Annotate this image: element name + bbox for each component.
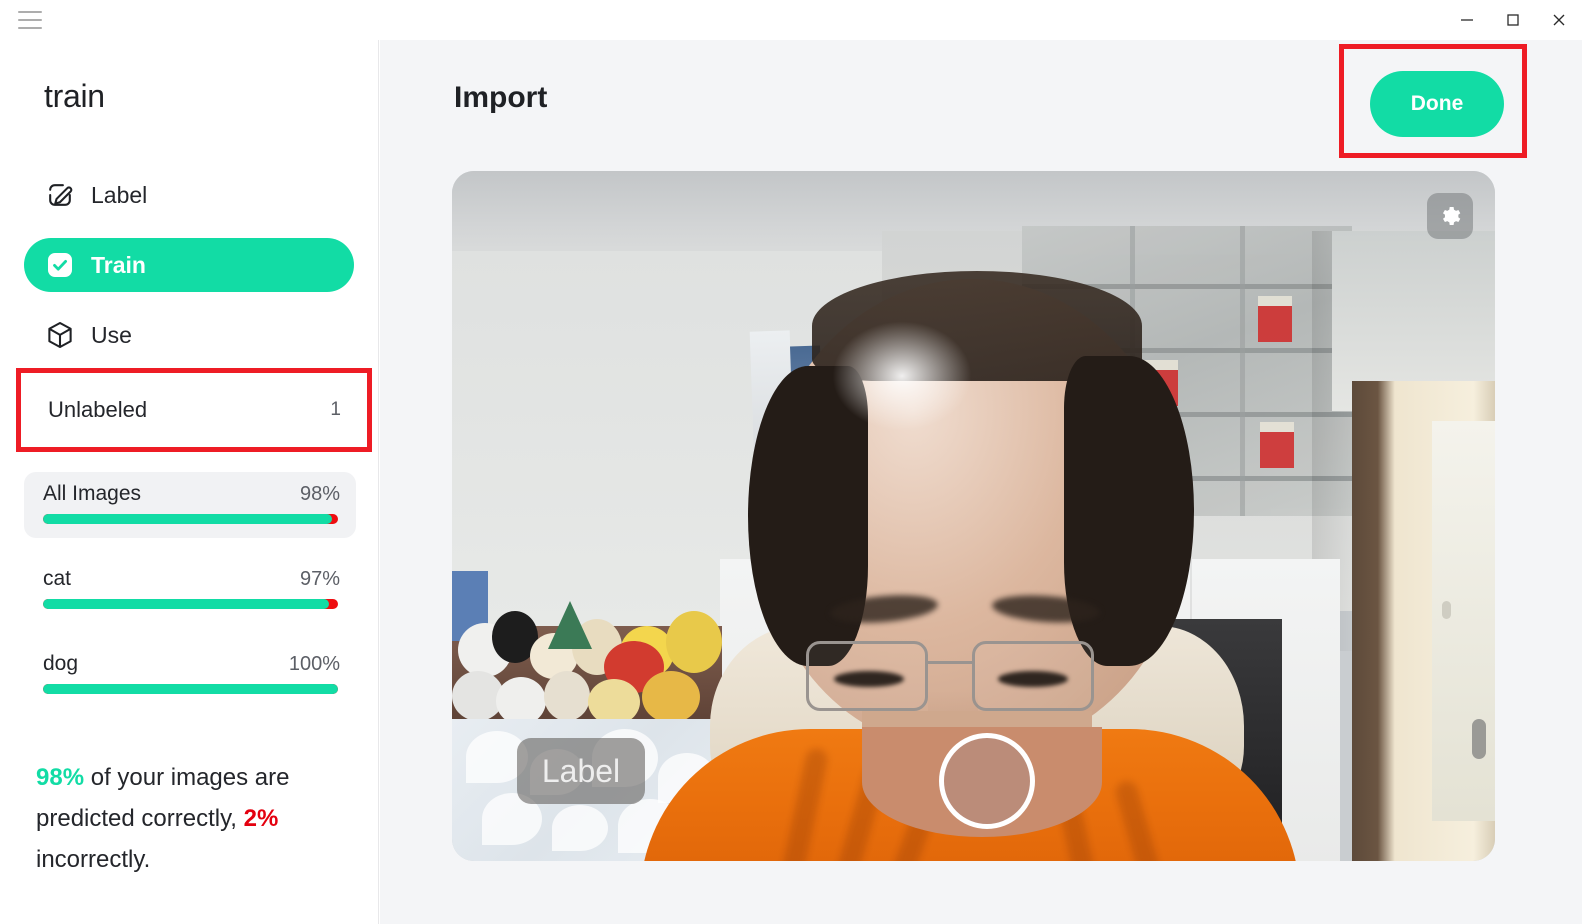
hamburger-menu-icon[interactable]	[18, 11, 42, 29]
maximize-icon	[1507, 14, 1519, 26]
accuracy-bar-fill	[43, 599, 330, 609]
application-window: train Label Train Use Unlabeled 1 All Im…	[0, 0, 1582, 924]
project-title: train	[44, 78, 105, 114]
done-button[interactable]: Done	[1370, 71, 1504, 137]
window-controls	[1444, 0, 1582, 40]
accuracy-bar-fill	[43, 684, 338, 694]
class-name: dog	[43, 652, 79, 675]
capture-button[interactable]	[939, 733, 1035, 829]
class-row-dog[interactable]: dog 100%	[24, 642, 356, 708]
gear-icon	[1443, 207, 1461, 225]
sidebar-item-label-text: Label	[91, 181, 148, 208]
class-name: All Images	[43, 482, 142, 505]
sidebar-item-label[interactable]: Label	[24, 168, 354, 222]
check-square-icon	[45, 250, 75, 280]
maximize-button[interactable]	[1490, 0, 1536, 40]
accuracy-bar-track	[43, 514, 338, 524]
close-icon	[1553, 14, 1565, 26]
unlabeled-label: Unlabeled	[48, 397, 148, 422]
hamburger-line	[18, 19, 42, 21]
class-row-all-images[interactable]: All Images 98%	[24, 472, 356, 538]
summary-correct-percent: 98%	[36, 764, 85, 791]
hamburger-line	[18, 27, 42, 29]
summary-incorrect-percent: 2%	[243, 805, 279, 832]
minimize-icon	[1461, 19, 1473, 21]
summary-incorrect-text: incorrectly.	[36, 846, 151, 873]
unlabeled-highlight-box: Unlabeled 1	[16, 368, 372, 452]
accuracy-summary: 98% of your images are predicted correct…	[36, 757, 366, 880]
page-title: Import	[454, 81, 548, 114]
accuracy-bar-track	[43, 599, 338, 609]
sidebar: train Label Train Use Unlabeled 1 All Im…	[0, 0, 379, 924]
cube-icon	[45, 320, 75, 350]
class-head: All Images 98%	[43, 482, 340, 506]
class-percent: 100%	[288, 653, 340, 675]
unlabeled-row[interactable]: Unlabeled 1	[21, 373, 367, 447]
label-overlay-button[interactable]: Label	[517, 738, 645, 804]
class-percent: 98%	[299, 483, 340, 505]
sidebar-item-use[interactable]: Use	[24, 308, 354, 362]
class-name: cat	[43, 567, 72, 590]
class-accuracy-list: All Images 98% cat 97% dog 100%	[24, 472, 356, 727]
class-row-cat[interactable]: cat 97%	[24, 557, 356, 623]
class-head: cat 97%	[43, 567, 340, 591]
title-bar	[0, 0, 1582, 40]
close-button[interactable]	[1536, 0, 1582, 40]
minimize-button[interactable]	[1444, 0, 1490, 40]
accuracy-bar-fill	[43, 514, 333, 524]
sidebar-nav: Label Train Use	[24, 168, 354, 378]
webcam-preview[interactable]: Label	[452, 171, 1495, 861]
accuracy-bar-track	[43, 684, 338, 694]
done-highlight-box: Done	[1339, 44, 1527, 158]
sidebar-item-train[interactable]: Train	[24, 238, 354, 292]
class-head: dog 100%	[43, 652, 340, 676]
main-panel: Import Done Label	[380, 0, 1582, 924]
sidebar-item-use-text: Use	[91, 321, 132, 348]
hamburger-line	[18, 11, 42, 13]
sidebar-item-train-text: Train	[91, 251, 146, 278]
class-percent: 97%	[299, 568, 340, 590]
pencil-square-icon	[45, 180, 75, 210]
settings-gear-button[interactable]	[1427, 193, 1473, 239]
unlabeled-count: 1	[330, 399, 341, 420]
